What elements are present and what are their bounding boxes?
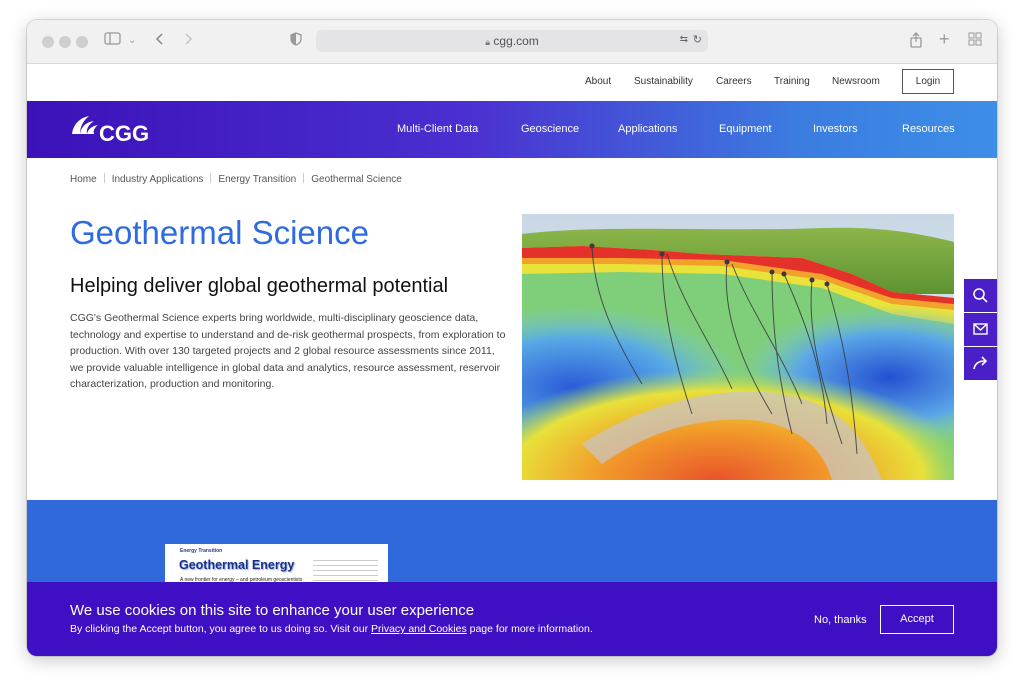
brochure-tag: Energy Transition bbox=[180, 548, 223, 554]
close-window-button[interactable] bbox=[42, 36, 54, 48]
share-icon[interactable] bbox=[909, 32, 923, 53]
chevron-down-icon[interactable]: ⌄ bbox=[128, 32, 136, 50]
search-icon bbox=[973, 288, 988, 303]
breadcrumb-current: Geothermal Science bbox=[311, 174, 402, 185]
nav-resources[interactable]: Resources bbox=[902, 123, 955, 135]
address-text: 🔒︎ cgg.com bbox=[316, 34, 708, 48]
translate-icon[interactable]: ⇆ bbox=[680, 34, 688, 45]
cookie-banner: We use cookies on this site to enhance y… bbox=[27, 582, 997, 656]
no-thanks-button[interactable]: No, thanks bbox=[814, 614, 867, 626]
accept-button[interactable]: Accept bbox=[880, 605, 954, 634]
zoom-window-button[interactable] bbox=[76, 36, 88, 48]
browser-window: ⌄ 🔒︎ cgg.com ⇆ ↻ + About Sustainability … bbox=[27, 20, 997, 656]
browser-toolbar: ⌄ 🔒︎ cgg.com ⇆ ↻ + bbox=[27, 20, 997, 64]
intro-paragraph: CGG's Geothermal Science experts bring w… bbox=[70, 312, 506, 390]
email-tool-button[interactable] bbox=[964, 313, 997, 346]
brochure-text-line bbox=[313, 580, 378, 581]
nav-multi-client-data[interactable]: Multi-Client Data bbox=[397, 123, 478, 135]
cookie-text-before: By clicking the Accept button, you agree… bbox=[70, 623, 371, 635]
mail-icon bbox=[973, 323, 988, 335]
nav-sustainability[interactable]: Sustainability bbox=[634, 76, 693, 87]
brochure-text-line bbox=[313, 560, 378, 561]
cookie-text-after: page for more information. bbox=[466, 623, 593, 635]
forward-icon[interactable] bbox=[183, 32, 193, 51]
page-subtitle: Helping deliver global geothermal potent… bbox=[70, 275, 449, 297]
lock-icon: 🔒︎ bbox=[485, 37, 491, 47]
reload-icon[interactable]: ↻ bbox=[693, 33, 702, 46]
brochure-text-line bbox=[313, 570, 378, 571]
share-tool-button[interactable] bbox=[964, 347, 997, 380]
privacy-cookies-link[interactable]: Privacy and Cookies bbox=[371, 623, 467, 635]
nav-training[interactable]: Training bbox=[774, 76, 810, 87]
cgg-logo[interactable]: CGG bbox=[69, 112, 161, 146]
shield-icon[interactable] bbox=[290, 32, 302, 51]
address-bar[interactable]: 🔒︎ cgg.com ⇆ ↻ bbox=[316, 30, 708, 52]
tab-overview-icon[interactable] bbox=[968, 32, 982, 51]
cookie-title: We use cookies on this site to enhance y… bbox=[70, 602, 475, 619]
breadcrumb-home[interactable]: Home bbox=[70, 174, 97, 185]
minimize-window-button[interactable] bbox=[59, 36, 71, 48]
nav-equipment[interactable]: Equipment bbox=[719, 123, 772, 135]
utility-nav: About Sustainability Careers Training Ne… bbox=[27, 64, 997, 101]
main-nav: CGG Multi-Client Data Geoscience Applica… bbox=[27, 101, 997, 158]
nav-applications[interactable]: Applications bbox=[618, 123, 677, 135]
web-page: About Sustainability Careers Training Ne… bbox=[27, 64, 997, 656]
share-arrow-icon bbox=[973, 356, 988, 370]
login-button[interactable]: Login bbox=[902, 69, 954, 94]
nav-newsroom[interactable]: Newsroom bbox=[832, 76, 880, 87]
brochure-text-line bbox=[313, 575, 378, 576]
breadcrumb-industry-applications[interactable]: Industry Applications bbox=[112, 174, 204, 185]
brochure-title: Geothermal Energy bbox=[179, 558, 295, 572]
hero-geothermal-model-image bbox=[522, 214, 954, 480]
nav-investors[interactable]: Investors bbox=[813, 123, 858, 135]
search-tool-button[interactable] bbox=[964, 279, 997, 312]
logo-text: CGG bbox=[99, 121, 149, 146]
brochure-text-line bbox=[313, 565, 378, 566]
nav-careers[interactable]: Careers bbox=[716, 76, 752, 87]
breadcrumb-energy-transition[interactable]: Energy Transition bbox=[218, 174, 296, 185]
nav-about[interactable]: About bbox=[585, 76, 611, 87]
nav-geoscience[interactable]: Geoscience bbox=[521, 123, 579, 135]
new-tab-icon[interactable]: + bbox=[939, 30, 950, 48]
page-title: Geothermal Science bbox=[70, 214, 369, 251]
url-text: cgg.com bbox=[493, 34, 539, 48]
sidebar-icon[interactable] bbox=[104, 32, 122, 51]
cookie-text: By clicking the Accept button, you agree… bbox=[70, 623, 593, 635]
breadcrumb: Home Industry Applications Energy Transiti… bbox=[70, 173, 402, 185]
back-icon[interactable] bbox=[155, 32, 165, 51]
